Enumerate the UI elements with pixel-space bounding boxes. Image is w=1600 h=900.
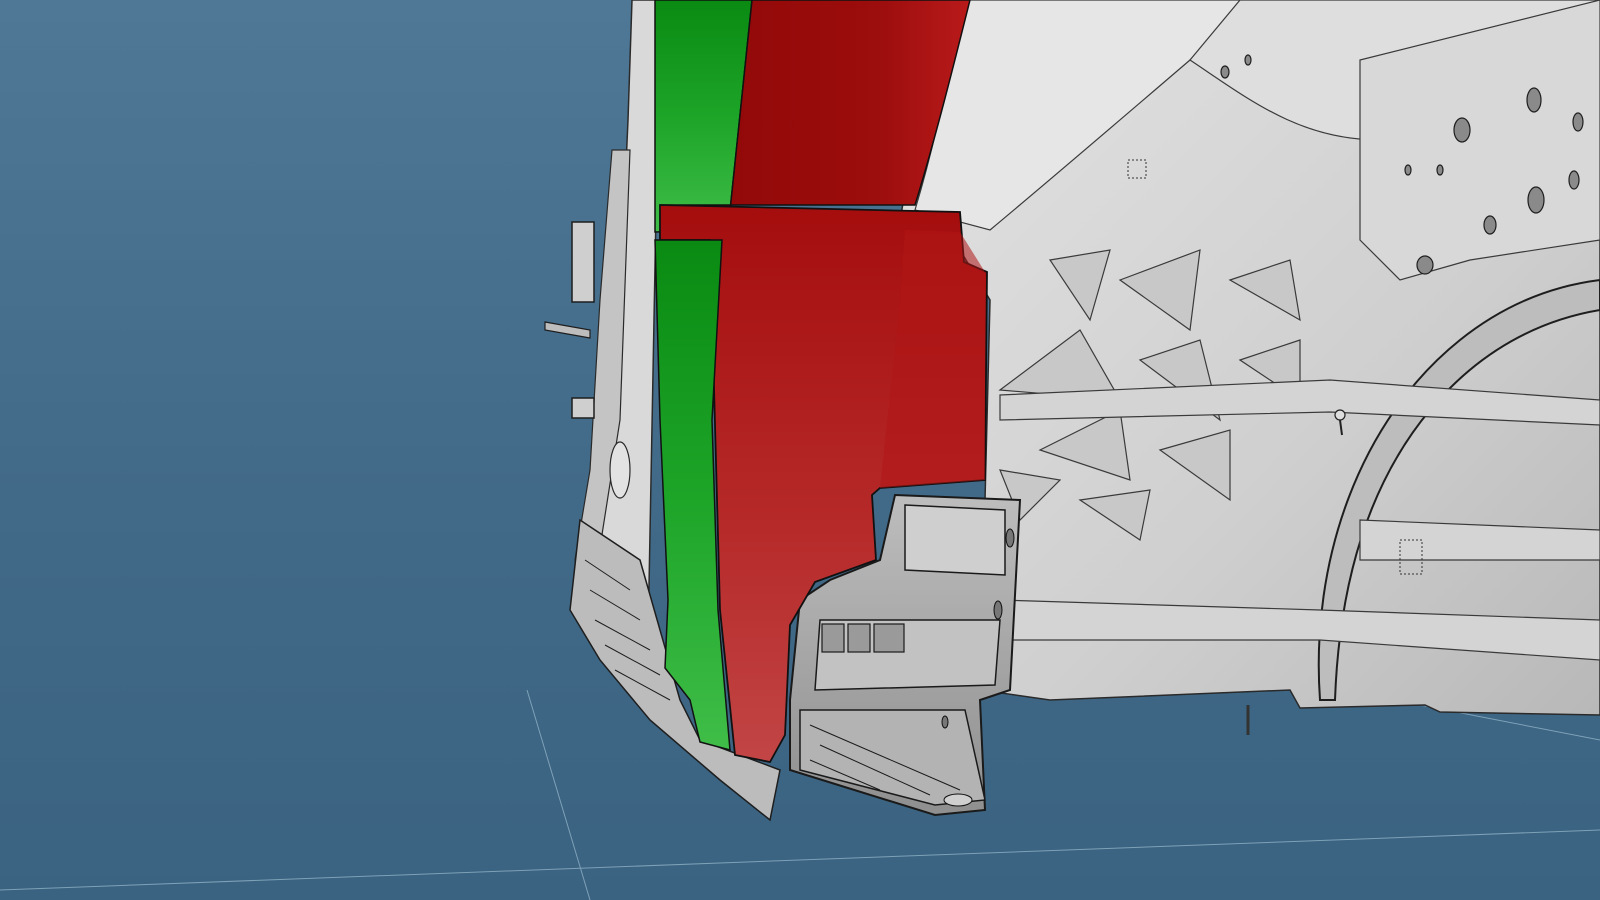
clip: [571, 397, 595, 419]
cad-3d-viewport[interactable]: [0, 0, 1600, 900]
bracket: [571, 221, 595, 303]
cad-scene[interactable]: [0, 0, 1600, 900]
bolt-icon: [1334, 409, 1346, 421]
